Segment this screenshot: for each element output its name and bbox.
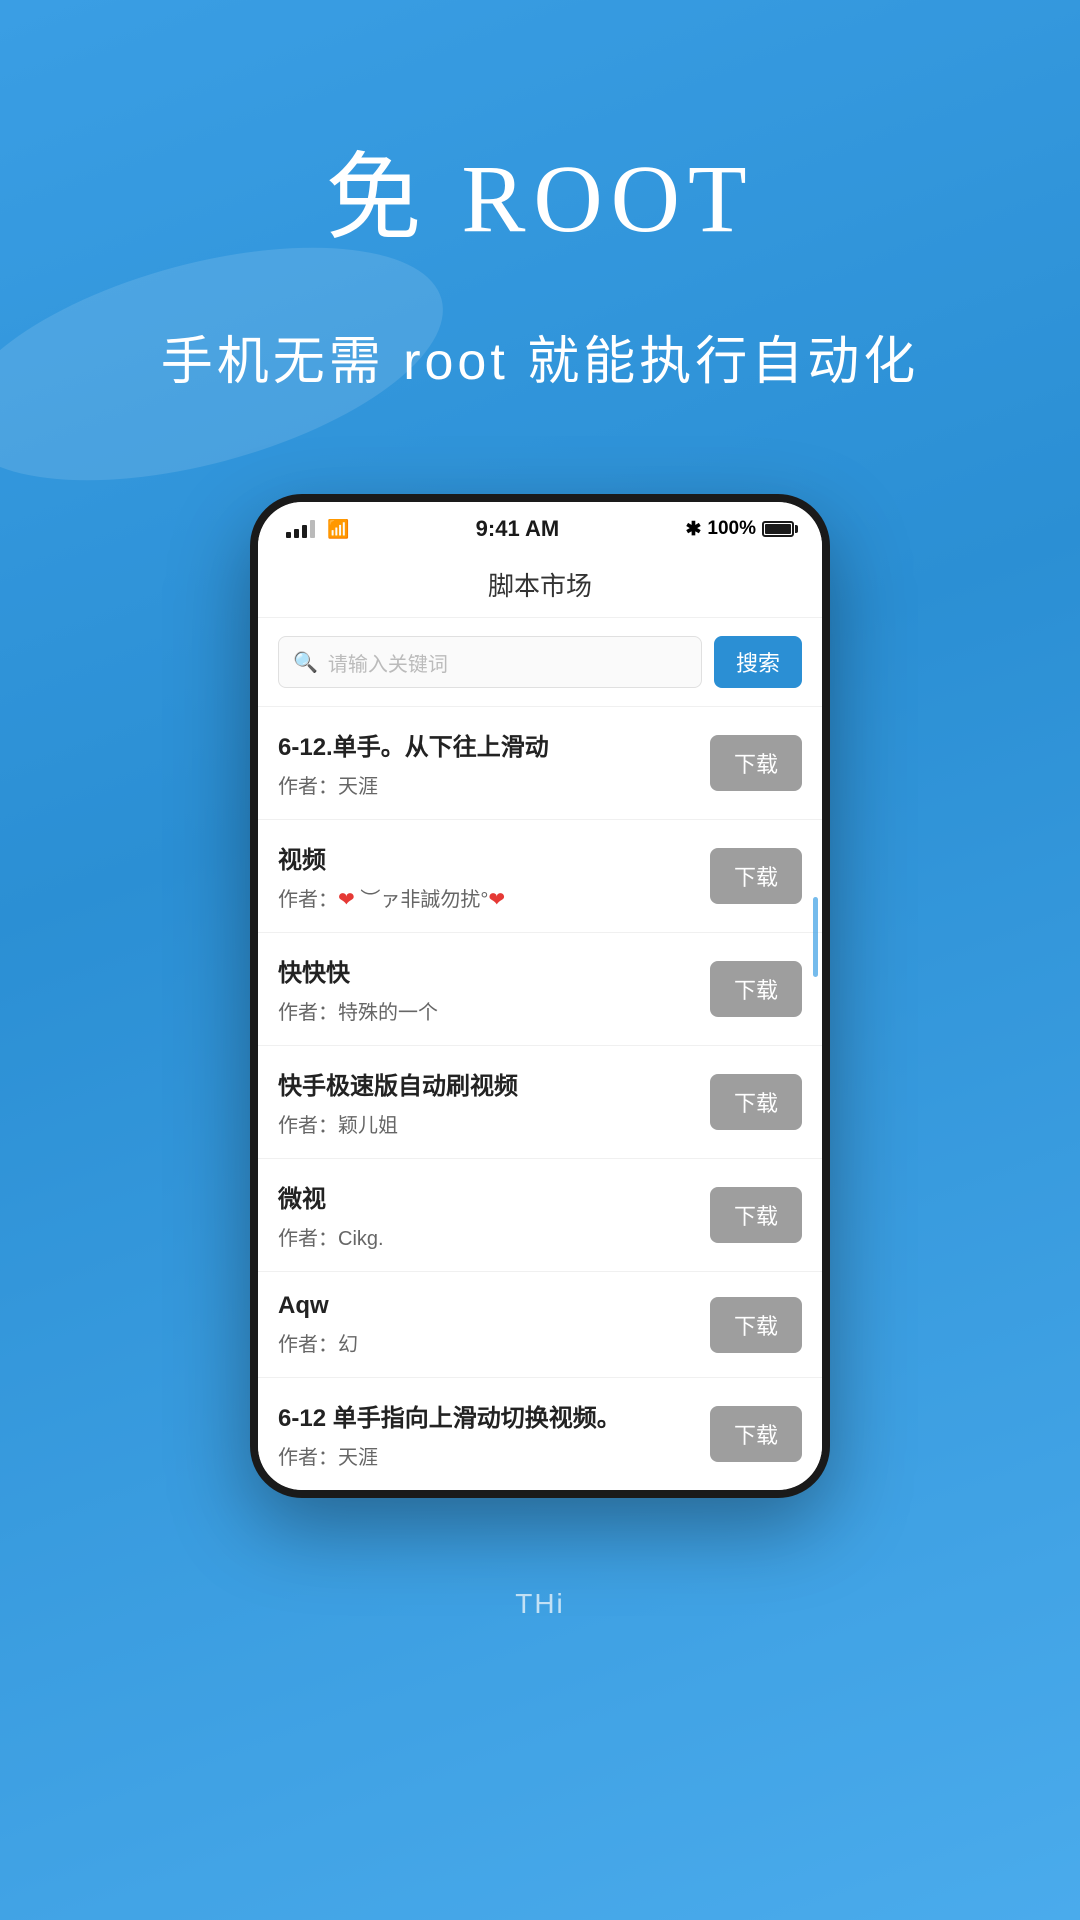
scroll-indicator bbox=[813, 897, 818, 977]
script-author: 作者：Cikg. bbox=[278, 1222, 694, 1251]
list-item: 视频 作者：❤ ︶ァ非誠勿扰°❤ 下载 bbox=[258, 820, 822, 933]
bottom-hint-text: THi bbox=[515, 1588, 565, 1619]
download-button[interactable]: 下载 bbox=[710, 1406, 802, 1462]
phone-mockup-container: 📶 9:41 AM ✱ 100% 脚本市场 🔍 请输入关键词 搜索 bbox=[0, 454, 1080, 1558]
script-info: 6-12.单手。从下往上滑动 作者：天涯 bbox=[278, 727, 694, 799]
download-button[interactable]: 下载 bbox=[710, 1074, 802, 1130]
list-item: 6-12.单手。从下往上滑动 作者：天涯 下载 bbox=[258, 707, 822, 820]
heart-icon-right: ❤ bbox=[488, 889, 505, 911]
signal-bar-4 bbox=[310, 520, 315, 538]
signal-bar-2 bbox=[294, 529, 299, 538]
status-time: 9:41 AM bbox=[476, 516, 560, 542]
download-button[interactable]: 下载 bbox=[710, 1297, 802, 1353]
signal-icon bbox=[286, 520, 315, 538]
script-list: 6-12.单手。从下往上滑动 作者：天涯 下载 视频 作者：❤ ︶ァ非誠勿扰°❤… bbox=[258, 707, 822, 1490]
script-author: 作者：❤ ︶ァ非誠勿扰°❤ bbox=[278, 883, 694, 912]
script-info: 快快快 作者：特殊的一个 bbox=[278, 953, 694, 1025]
status-right: ✱ 100% bbox=[685, 518, 794, 541]
battery-percent: 100% bbox=[707, 518, 756, 540]
script-info: 快手极速版自动刷视频 作者：颖儿姐 bbox=[278, 1066, 694, 1138]
battery-icon bbox=[762, 521, 794, 537]
search-bar-row: 🔍 请输入关键词 搜索 bbox=[258, 618, 822, 707]
script-info: 微视 作者：Cikg. bbox=[278, 1179, 694, 1251]
list-item: Aqw 作者：幻 下载 bbox=[258, 1272, 822, 1378]
author-prefix: 作者： bbox=[278, 889, 338, 911]
hero-section: 免 ROOT 手机无需 root 就能执行自动化 bbox=[0, 0, 1080, 454]
script-name: 快快快 bbox=[278, 953, 694, 988]
script-author: 作者：天涯 bbox=[278, 1441, 694, 1470]
app-header: 脚本市场 bbox=[258, 550, 822, 618]
script-info: Aqw 作者：幻 bbox=[278, 1292, 694, 1357]
list-item: 微视 作者：Cikg. 下载 bbox=[258, 1159, 822, 1272]
search-input-wrapper[interactable]: 🔍 请输入关键词 bbox=[278, 636, 702, 688]
signal-bar-3 bbox=[302, 525, 307, 538]
script-info: 6-12 单手指向上滑动切换视频。 作者：天涯 bbox=[278, 1398, 694, 1470]
wifi-icon: 📶 bbox=[327, 519, 349, 540]
download-button[interactable]: 下载 bbox=[710, 848, 802, 904]
script-name: 微视 bbox=[278, 1179, 694, 1214]
signal-bar-1 bbox=[286, 532, 291, 538]
list-item: 6-12 单手指向上滑动切换视频。 作者：天涯 下载 bbox=[258, 1378, 822, 1490]
script-author: 作者：颖儿姐 bbox=[278, 1109, 694, 1138]
bluetooth-icon: ✱ bbox=[685, 518, 701, 541]
status-bar: 📶 9:41 AM ✱ 100% bbox=[258, 502, 822, 550]
script-author: 作者：天涯 bbox=[278, 770, 694, 799]
author-text: ︶ァ非誠勿扰° bbox=[355, 889, 489, 911]
script-name: Aqw bbox=[278, 1292, 694, 1320]
script-author: 作者：幻 bbox=[278, 1328, 694, 1357]
search-button[interactable]: 搜索 bbox=[714, 636, 802, 688]
hero-title: 免 ROOT bbox=[0, 120, 1080, 259]
heart-icon-left: ❤ bbox=[338, 889, 355, 911]
phone-frame: 📶 9:41 AM ✱ 100% 脚本市场 🔍 请输入关键词 搜索 bbox=[250, 494, 830, 1498]
search-icon: 🔍 bbox=[293, 650, 318, 675]
script-name: 视频 bbox=[278, 840, 694, 875]
script-name: 快手极速版自动刷视频 bbox=[278, 1066, 694, 1101]
bottom-hint: THi bbox=[0, 1558, 1080, 1620]
list-item: 快手极速版自动刷视频 作者：颖儿姐 下载 bbox=[258, 1046, 822, 1159]
search-placeholder: 请输入关键词 bbox=[328, 648, 448, 677]
script-author: 作者：特殊的一个 bbox=[278, 996, 694, 1025]
list-item: 快快快 作者：特殊的一个 下载 bbox=[258, 933, 822, 1046]
download-button[interactable]: 下载 bbox=[710, 1187, 802, 1243]
script-name: 6-12 单手指向上滑动切换视频。 bbox=[278, 1398, 694, 1433]
script-name: 6-12.单手。从下往上滑动 bbox=[278, 727, 694, 762]
download-button[interactable]: 下载 bbox=[710, 961, 802, 1017]
script-info: 视频 作者：❤ ︶ァ非誠勿扰°❤ bbox=[278, 840, 694, 912]
battery-fill bbox=[765, 524, 791, 534]
download-button[interactable]: 下载 bbox=[710, 735, 802, 791]
status-left: 📶 bbox=[286, 519, 349, 540]
